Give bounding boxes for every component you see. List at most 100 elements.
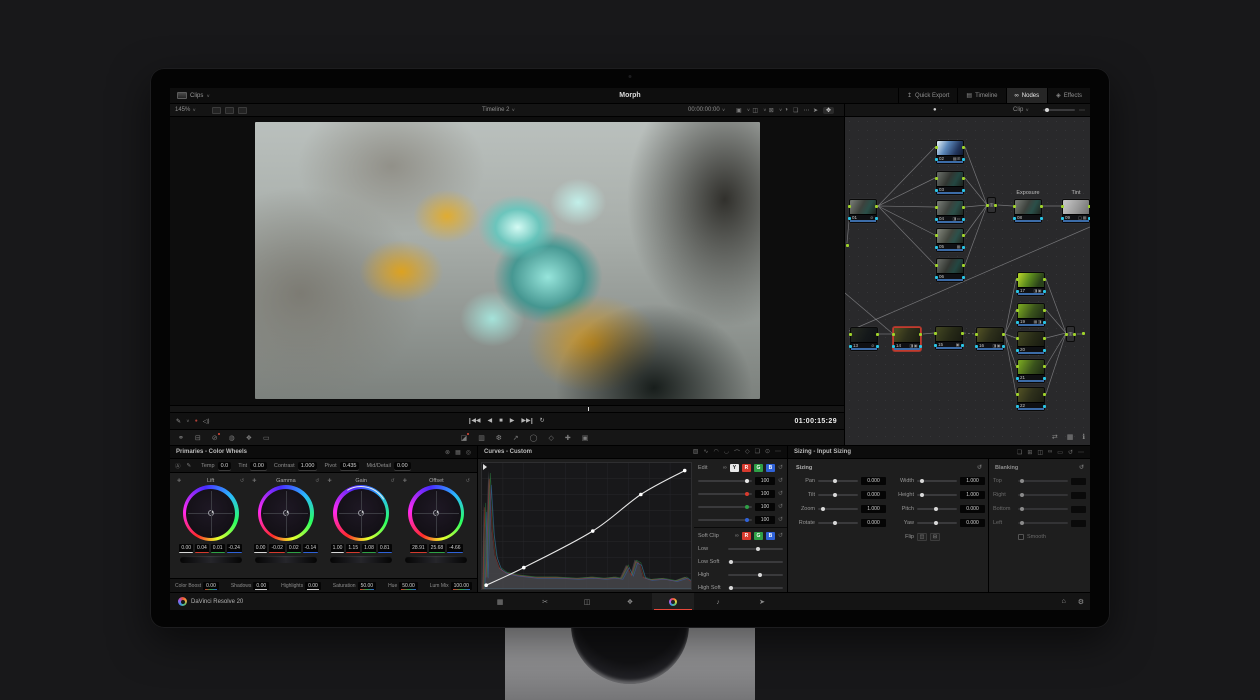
crosshair-icon[interactable]: ✚ [328, 478, 332, 484]
output-sizing-icon[interactable]: ◫ [1037, 449, 1043, 456]
grid-view-icon[interactable]: ▦ [1067, 433, 1074, 441]
sat-vs-sat-icon[interactable]: ◇ [745, 448, 750, 457]
node-15[interactable]: 15▣ [935, 326, 963, 350]
node-17[interactable]: 17◨▣ [1017, 272, 1045, 296]
crosshair-icon[interactable]: ✚ [403, 478, 407, 484]
slider-knob[interactable] [745, 505, 749, 509]
rotate-value[interactable]: 0.000 [861, 519, 886, 527]
sizing-reset-icon[interactable]: ↺ [1068, 449, 1073, 456]
enhanced-viewer-icon[interactable] [238, 107, 247, 114]
slider-knob[interactable] [1020, 521, 1024, 525]
lift-wheel[interactable] [183, 485, 239, 541]
curve-menu-icon[interactable]: ⋯ [775, 448, 781, 457]
channel-y-button[interactable]: Y [730, 464, 739, 472]
gamma-wheel[interactable] [258, 485, 314, 541]
node-21[interactable]: 21 [1017, 359, 1045, 383]
effects-button[interactable]: ◈Effects [1047, 88, 1090, 103]
slider-knob[interactable] [920, 479, 924, 483]
stop-button[interactable]: ■ [499, 418, 503, 424]
flip-vertical-button[interactable]: ⊟ [930, 533, 940, 541]
offset-master-wheel[interactable] [405, 556, 467, 563]
gain-master-wheel[interactable] [330, 556, 392, 563]
home-icon[interactable]: ⌂ [1061, 598, 1065, 606]
reset-icon[interactable]: ↺ [778, 503, 783, 510]
pitch-slider[interactable] [917, 508, 957, 510]
gain-value[interactable]: 1.15 [346, 544, 360, 553]
info-icon[interactable]: ℹ [1082, 433, 1085, 441]
slider-knob[interactable] [745, 518, 749, 522]
page-edit[interactable]: ◫ [566, 593, 608, 610]
page-deliver[interactable]: ➤ [741, 593, 783, 610]
dot-icon[interactable]: ● [933, 107, 937, 113]
height-slider[interactable] [917, 494, 957, 496]
slider-knob[interactable] [1020, 493, 1024, 497]
low-soft-slider[interactable] [728, 561, 783, 563]
channel-value[interactable]: 100 [755, 477, 775, 485]
low-slider[interactable] [728, 548, 783, 550]
slider-knob[interactable] [1020, 507, 1024, 511]
node-08[interactable]: 08 [1014, 199, 1042, 223]
blanking-top-slider[interactable] [1018, 480, 1068, 482]
channel-value[interactable]: 100 [755, 516, 775, 524]
node-06[interactable]: 06 [936, 258, 964, 282]
step-back-button[interactable]: ◀ [488, 418, 493, 424]
reset-icon[interactable]: ↺ [315, 478, 319, 484]
slider-knob[interactable] [745, 479, 749, 483]
pan-slider[interactable] [818, 480, 858, 482]
slider-knob[interactable] [833, 493, 837, 497]
lift-master-wheel[interactable] [180, 556, 242, 563]
slider-knob[interactable] [934, 521, 938, 525]
hand-tool-icon[interactable]: ✥ [823, 107, 834, 114]
channel-slider[interactable] [698, 480, 752, 482]
pan-value[interactable]: 0.000 [861, 477, 886, 485]
settings-wheel-icon[interactable]: ⊗ [445, 449, 450, 456]
picker-tool-icon[interactable]: ✎ [187, 463, 192, 469]
tint-value[interactable]: 0.00 [250, 462, 267, 470]
slider-knob[interactable] [1020, 479, 1024, 483]
slider-knob[interactable] [833, 521, 837, 525]
flip-horizontal-button[interactable]: ◫ [917, 533, 927, 541]
skip-to-end-button[interactable]: ▶▶ [521, 418, 532, 424]
node-20[interactable]: 20 [1017, 331, 1045, 355]
crop-icon[interactable]: ❏ [1017, 449, 1022, 456]
wipe-mode-icon[interactable]: ⊠ [769, 107, 774, 114]
temp-value[interactable]: 0.0 [218, 462, 232, 470]
high-slider[interactable] [728, 574, 783, 576]
single-viewer-icon[interactable] [212, 107, 221, 114]
reset-icon[interactable]: ↺ [778, 477, 783, 484]
expand-viewer-icon[interactable]: ❏ [793, 107, 798, 114]
high-soft-slider[interactable] [728, 587, 783, 589]
lift-value[interactable]: -0.24 [227, 544, 242, 553]
blanking-left-slider[interactable] [1018, 522, 1068, 524]
diamond-window-icon[interactable]: ◇ [548, 434, 553, 442]
node-22[interactable]: 22 [1017, 387, 1045, 411]
mini-timeline-scrub[interactable] [170, 405, 844, 412]
lum-vs-sat-icon[interactable]: ⌒ [734, 448, 740, 457]
page-media[interactable]: ▦ [479, 593, 521, 610]
channel-slider[interactable] [698, 519, 752, 521]
tilt-value[interactable]: 0.000 [861, 491, 886, 499]
node-03[interactable]: 03 [936, 171, 964, 195]
channel-b-button[interactable]: B [766, 464, 775, 472]
clip-timecode-dropdown[interactable]: 00:00:00:00 ∨ [688, 104, 725, 116]
picker-icon[interactable]: ↗ [513, 434, 519, 442]
node-05[interactable]: 05▦ [936, 228, 964, 252]
lift-value[interactable]: 0.00 [179, 544, 193, 553]
slider-knob[interactable] [833, 479, 837, 483]
slider-knob[interactable] [745, 492, 749, 496]
timeline-button[interactable]: ▤Timeline [957, 88, 1005, 103]
page-color[interactable] [652, 593, 694, 610]
input-sizing-icon[interactable]: ⊞ [1027, 449, 1032, 456]
audio-mute-icon[interactable]: ◁⟩ [203, 418, 210, 425]
reset-icon[interactable]: ↺ [240, 478, 244, 484]
blanking-top-value[interactable] [1071, 478, 1086, 485]
offset-wheel[interactable] [408, 485, 464, 541]
reset-icon[interactable]: ↺ [778, 516, 783, 523]
gamma-master-wheel[interactable] [255, 556, 317, 563]
crosshair-icon[interactable]: ✚ [252, 478, 256, 484]
gamma-value[interactable]: 0.02 [287, 544, 301, 553]
snapshot-icon[interactable]: ▣ [582, 434, 589, 442]
gang-link-icon[interactable]: ∞ [735, 533, 739, 539]
slider-knob[interactable] [920, 493, 924, 497]
hue-value[interactable]: 50.00 [399, 582, 418, 590]
